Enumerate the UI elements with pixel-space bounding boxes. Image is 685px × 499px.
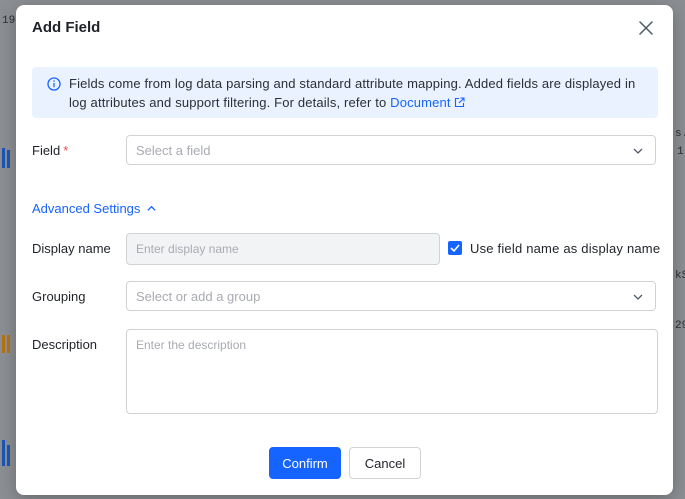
chevron-up-icon xyxy=(147,205,157,211)
description-label: Description xyxy=(32,337,98,352)
grouping-label: Grouping xyxy=(32,289,86,304)
cancel-button[interactable]: Cancel xyxy=(349,447,421,479)
field-label: Field * xyxy=(32,143,69,158)
close-button[interactable] xyxy=(635,17,657,39)
required-mark: * xyxy=(63,143,69,158)
background-fragment: 1 xyxy=(677,146,684,158)
chevron-down-icon xyxy=(633,148,643,154)
display-name-placeholder: Enter display name xyxy=(136,242,239,256)
advanced-settings-toggle[interactable]: Advanced Settings xyxy=(32,201,157,216)
close-icon xyxy=(639,21,653,35)
background-bar xyxy=(7,150,10,168)
field-select-placeholder: Select a field xyxy=(136,143,211,158)
chevron-down-icon xyxy=(633,294,643,300)
use-field-name-label[interactable]: Use field name as display name xyxy=(470,241,660,256)
background-fragment: s. xyxy=(675,128,685,140)
display-name-input: Enter display name xyxy=(126,233,440,265)
add-field-dialog: Add Field Fields come from log data pars… xyxy=(16,5,673,495)
background-bar xyxy=(7,445,10,466)
background-fragment: 19 xyxy=(2,15,16,27)
background-bar xyxy=(2,440,5,466)
info-icon xyxy=(47,77,61,91)
display-name-label: Display name xyxy=(32,241,111,256)
background-fragment: kS xyxy=(675,270,685,282)
info-message: Fields come from log data parsing and st… xyxy=(69,76,636,110)
info-text: Fields come from log data parsing and st… xyxy=(69,74,649,112)
background-bar xyxy=(2,148,5,168)
document-link[interactable]: Document xyxy=(390,95,465,110)
advanced-settings-label: Advanced Settings xyxy=(32,201,141,216)
info-banner: Fields come from log data parsing and st… xyxy=(32,67,658,118)
document-link-label: Document xyxy=(390,95,451,110)
checkmark-icon xyxy=(450,244,460,253)
background-fragment: 29 xyxy=(675,320,685,332)
confirm-button[interactable]: Confirm xyxy=(269,447,341,479)
use-field-name-checkbox[interactable] xyxy=(448,241,462,255)
grouping-select-placeholder: Select or add a group xyxy=(136,289,261,304)
grouping-select[interactable]: Select or add a group xyxy=(126,281,656,311)
background-bar xyxy=(7,335,10,353)
dialog-title: Add Field xyxy=(32,19,101,36)
description-textarea[interactable]: Enter the description xyxy=(126,329,658,414)
description-placeholder: Enter the description xyxy=(136,338,247,352)
external-link-icon xyxy=(454,97,465,108)
background-bar xyxy=(2,335,5,353)
field-select[interactable]: Select a field xyxy=(126,135,656,165)
